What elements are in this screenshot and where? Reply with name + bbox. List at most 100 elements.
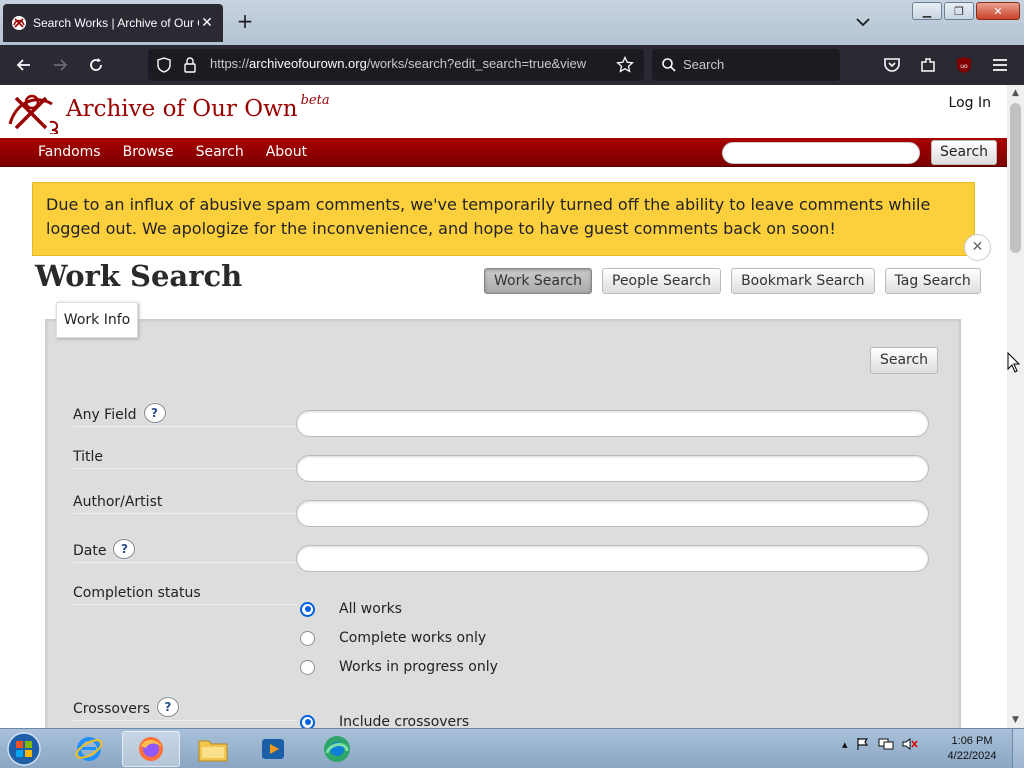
forward-arrow-icon[interactable]: [50, 55, 70, 75]
help-icon[interactable]: ?: [113, 539, 136, 559]
browser-search-bar[interactable]: Search: [652, 49, 840, 81]
windows-taskbar: ▴ 1:06 PM 4/22/2024: [0, 728, 1024, 768]
date-label: Date?: [73, 539, 297, 563]
tab-bookmark-search[interactable]: Bookmark Search: [731, 268, 875, 294]
radio-button[interactable]: [300, 659, 315, 675]
lock-icon[interactable]: [182, 56, 198, 74]
radio-label: Works in progress only: [339, 659, 498, 675]
flag-icon[interactable]: [856, 737, 870, 751]
tab-people-search[interactable]: People Search: [602, 268, 722, 294]
shield-icon[interactable]: [156, 57, 172, 73]
nav-item-about[interactable]: About: [255, 138, 318, 167]
search-placeholder: Search: [683, 57, 725, 72]
radio-button[interactable]: [300, 714, 315, 728]
clock-time: 1:06 PM: [951, 735, 993, 747]
completion-option-all[interactable]: All works: [300, 601, 402, 617]
primary-navigation: Fandoms Browse Search About Search: [0, 138, 1007, 167]
crossover-option-include[interactable]: Include crossovers: [300, 714, 469, 728]
url-text[interactable]: https://archiveofourown.org/works/search…: [210, 56, 610, 71]
scroll-down-icon[interactable]: ▼: [1007, 712, 1024, 728]
site-name-text: Archive of Our Own: [66, 96, 298, 122]
new-tab-button[interactable]: +: [234, 10, 256, 32]
bookmark-star-icon[interactable]: [616, 56, 634, 74]
date-input[interactable]: [296, 545, 929, 572]
close-window-button[interactable]: ✕: [976, 2, 1020, 20]
any-field-input[interactable]: [296, 410, 929, 437]
browser-tab-bar: Search Works | Archive of Our Own ✕ + ▁ …: [0, 0, 1024, 45]
volume-muted-icon[interactable]: [902, 737, 918, 751]
taskbar-edge[interactable]: [308, 731, 366, 767]
start-orb-icon[interactable]: [5, 731, 43, 767]
taskbar-media-player[interactable]: [244, 731, 302, 767]
spam-notice-banner: Due to an influx of abusive spam comment…: [32, 182, 975, 256]
any-field-label-text: Any Field: [73, 407, 137, 423]
site-name[interactable]: Archive of Our Own beta: [66, 93, 330, 122]
primary-nav-menu: Fandoms Browse Search About: [27, 138, 318, 167]
page-scrollbar[interactable]: ▲ ▼: [1007, 85, 1024, 728]
network-icon[interactable]: [878, 737, 894, 751]
system-tray: ▴: [842, 737, 918, 751]
author-input[interactable]: [296, 500, 929, 527]
ao3-favicon-icon: [12, 16, 26, 30]
help-icon[interactable]: ?: [156, 697, 179, 717]
media-player-icon: [262, 739, 284, 759]
tab-work-search[interactable]: Work Search: [484, 268, 592, 294]
nav-item-fandoms[interactable]: Fandoms: [27, 138, 112, 167]
radio-button[interactable]: [300, 630, 315, 646]
radio-label: All works: [339, 601, 402, 617]
minimize-button[interactable]: ▁: [912, 2, 942, 20]
pocket-icon[interactable]: [882, 55, 902, 75]
extensions-icon[interactable]: [918, 55, 938, 75]
window-controls: ▁ ❐ ✕: [912, 2, 1020, 20]
restore-button[interactable]: ❐: [944, 2, 974, 20]
back-arrow-icon[interactable]: [14, 55, 34, 75]
login-link[interactable]: Log In: [949, 95, 991, 111]
page-viewport: Archive of Our Own beta Log In Fandoms Br…: [0, 85, 1007, 728]
help-icon[interactable]: ?: [143, 403, 166, 423]
taskbar-internet-explorer[interactable]: [60, 731, 118, 767]
scroll-up-icon[interactable]: ▲: [1007, 85, 1024, 101]
search-icon: [662, 58, 676, 72]
page-title: Work Search: [35, 259, 243, 293]
system-clock[interactable]: 1:06 PM 4/22/2024: [940, 734, 1004, 764]
date-label-text: Date: [73, 543, 107, 559]
url-path: /works/search?edit_search=true&view: [366, 56, 587, 71]
address-bar[interactable]: https://archiveofourown.org/works/search…: [148, 49, 644, 81]
tray-expand-icon[interactable]: ▴: [842, 738, 848, 751]
radio-label: Include crossovers: [339, 714, 470, 728]
clock-date: 4/22/2024: [947, 750, 997, 762]
site-header: Archive of Our Own beta Log In: [0, 85, 1007, 138]
any-field-label: Any Field?: [73, 403, 297, 427]
notice-text: Due to an influx of abusive spam comment…: [46, 195, 931, 238]
show-desktop-button[interactable]: [1012, 729, 1024, 768]
radio-button[interactable]: [300, 601, 315, 617]
reload-icon[interactable]: [86, 55, 106, 75]
ublock-icon[interactable]: uo: [954, 55, 974, 75]
form-search-button[interactable]: Search: [870, 347, 938, 374]
nav-item-search[interactable]: Search: [185, 138, 255, 167]
svg-text:uo: uo: [960, 63, 968, 70]
taskbar-file-explorer[interactable]: [184, 731, 242, 767]
browser-tab[interactable]: Search Works | Archive of Our Own ✕: [3, 4, 223, 42]
menu-icon[interactable]: [990, 55, 1010, 75]
firefox-icon: [139, 737, 163, 761]
crossovers-label-text: Crossovers: [73, 701, 150, 717]
site-search-input[interactable]: [722, 142, 920, 164]
taskbar-firefox[interactable]: [122, 731, 180, 767]
crossovers-label: Crossovers?: [73, 697, 297, 721]
tab-tag-search[interactable]: Tag Search: [884, 268, 981, 294]
browser-toolbar: https://archiveofourown.org/works/search…: [0, 45, 1024, 85]
nav-item-browse[interactable]: Browse: [112, 138, 185, 167]
search-type-nav: Work Search People Search Bookmark Searc…: [484, 268, 981, 294]
file-explorer-icon: [198, 740, 228, 762]
tab-close-icon[interactable]: ✕: [199, 15, 215, 31]
title-input[interactable]: [296, 455, 929, 482]
chevron-down-icon[interactable]: [852, 12, 874, 32]
completion-option-complete[interactable]: Complete works only: [300, 630, 486, 646]
ao3-logo-icon[interactable]: [6, 90, 64, 134]
notice-close-icon[interactable]: ✕: [964, 234, 991, 261]
completion-option-in-progress[interactable]: Works in progress only: [300, 659, 498, 675]
site-search-button[interactable]: Search: [931, 140, 997, 165]
completion-status-label: Completion status: [73, 585, 297, 605]
scrollbar-thumb[interactable]: [1010, 103, 1021, 253]
